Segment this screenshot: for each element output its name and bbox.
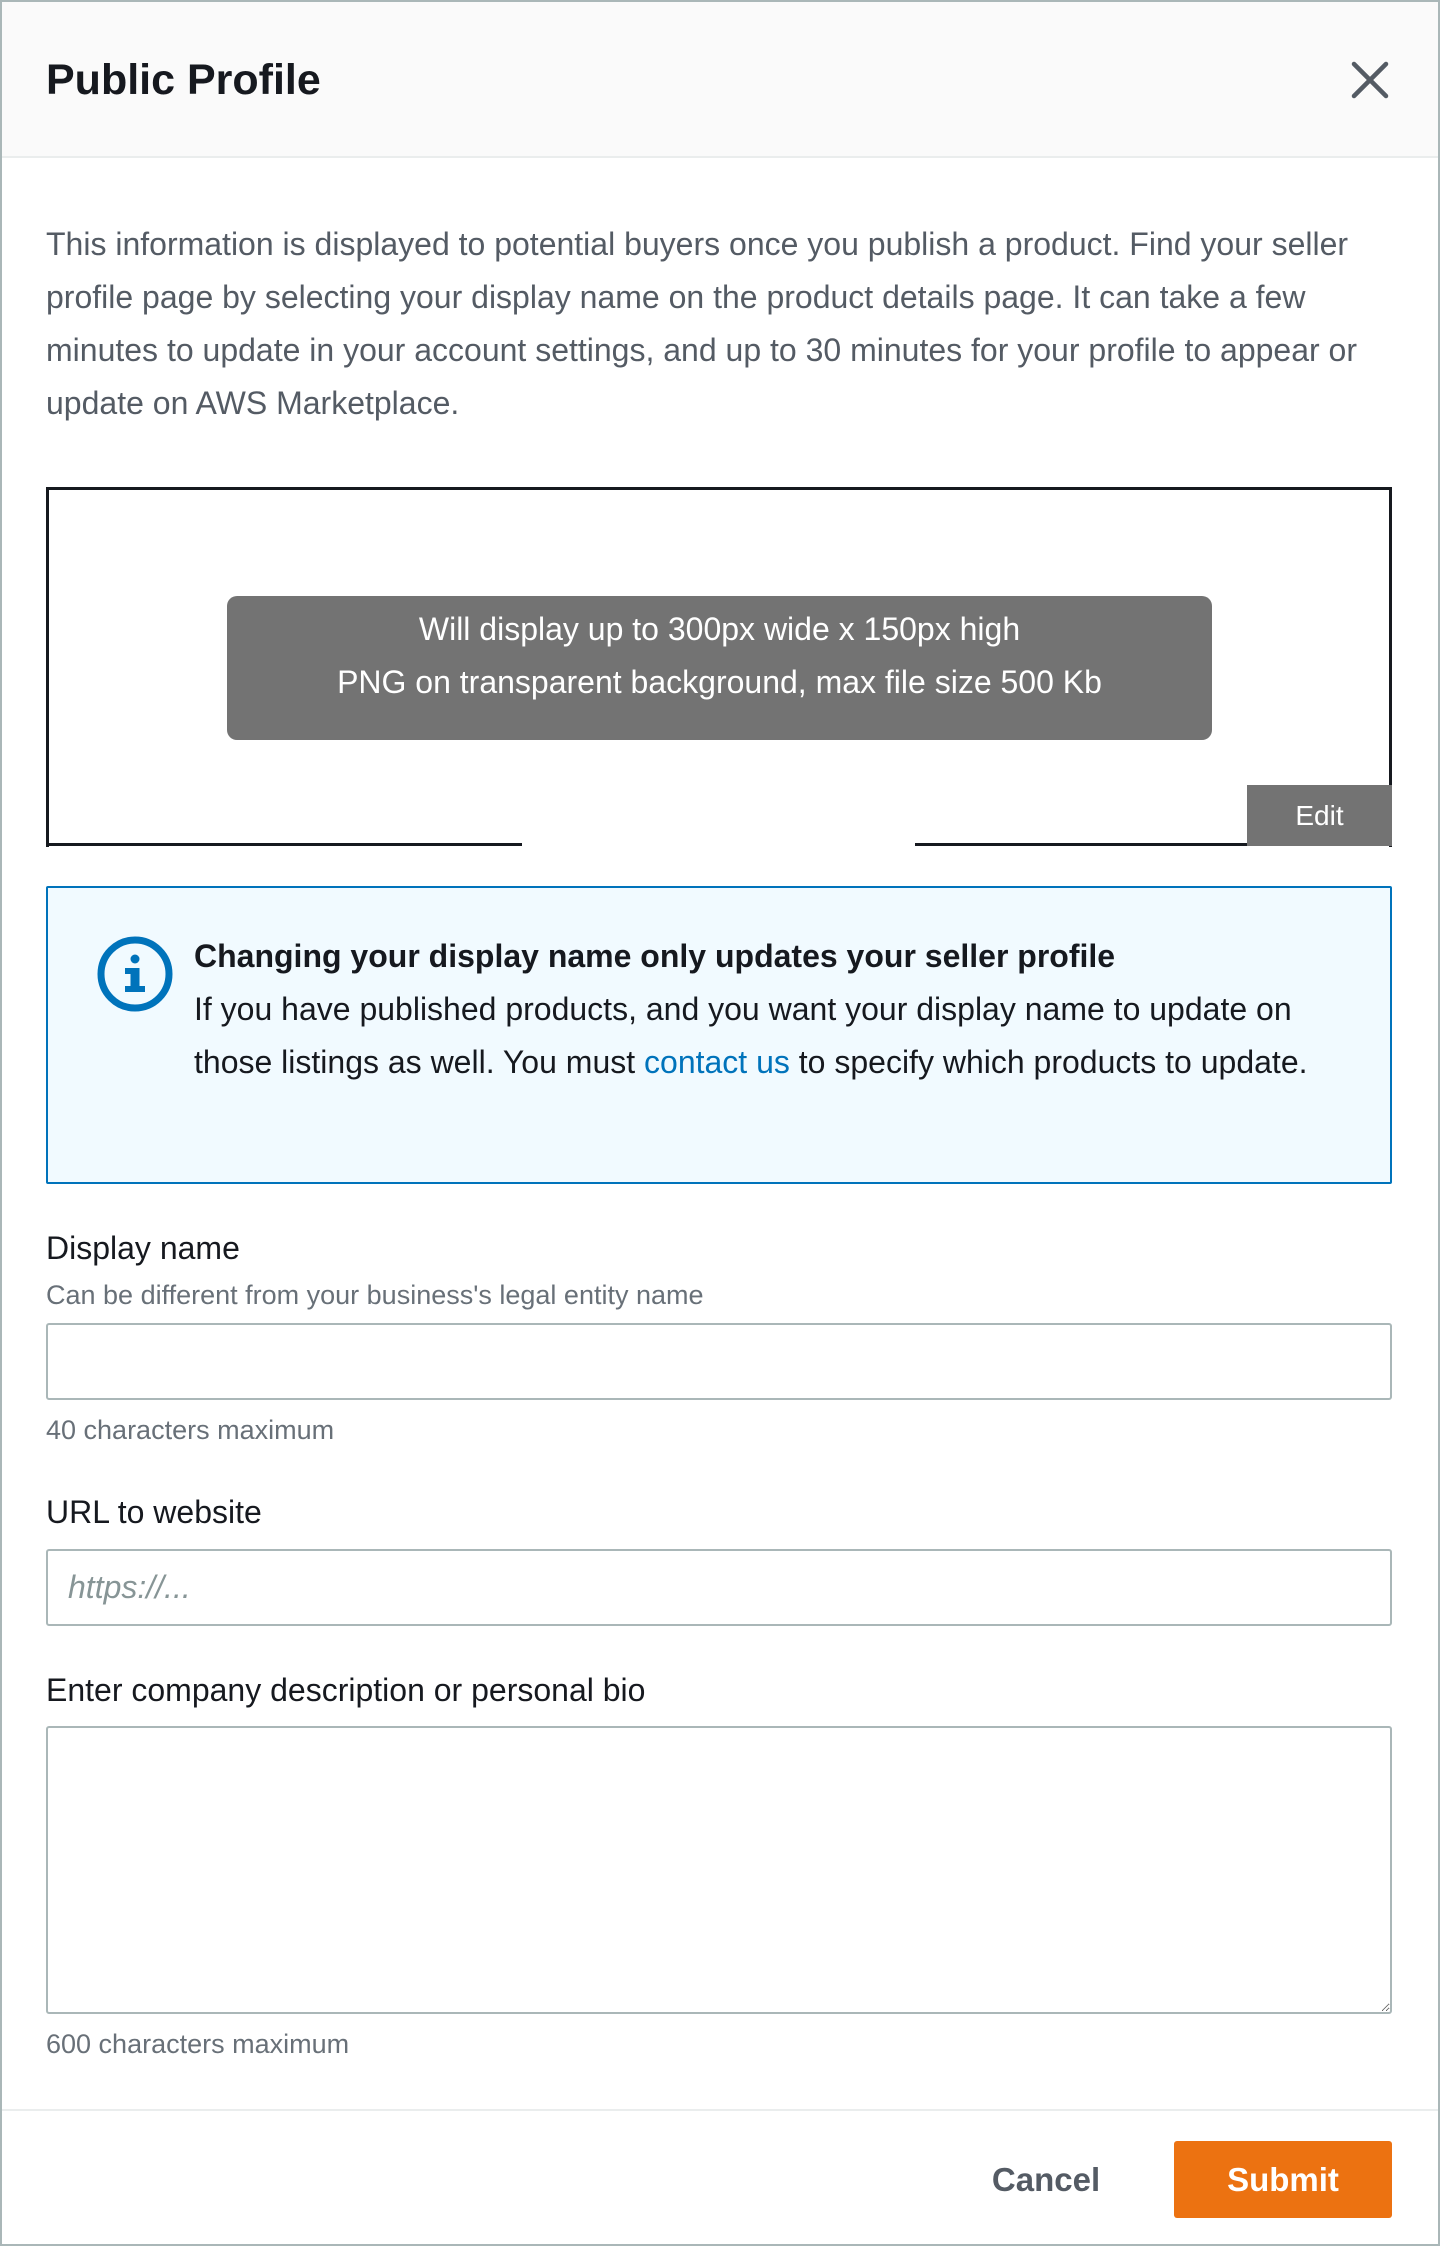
footer-divider [2,2109,1438,2111]
intro-text: This information is displayed to potenti… [46,226,1357,421]
modal-header: Public Profile [2,2,1438,158]
website-url-input[interactable] [46,1549,1392,1626]
edit-logo-button[interactable]: Edit [1247,785,1392,846]
modal-title: Public Profile [46,56,321,104]
logo-border-segment [46,843,522,846]
info-icon [96,935,174,1013]
submit-button[interactable]: Submit [1174,2141,1392,2218]
info-alert-text: to specify which products to update. [789,1044,1308,1080]
display-name-description: Can be different from your business's le… [46,1280,704,1310]
contact-us-link[interactable]: contact us [644,1044,790,1080]
logo-size-hint: Will display up to 300px wide x 150px hi… [227,596,1212,740]
bio-constraint: 600 characters maximum [46,2029,350,2059]
info-alert-body: If you have published products, and you … [194,983,1374,1089]
display-name-label: Display name [46,1230,240,1266]
close-icon [1348,61,1392,106]
logo-hint-format: PNG on transparent background, max file … [337,664,1102,700]
bio-textarea[interactable] [46,1726,1392,2014]
display-name-input[interactable] [46,1323,1392,1400]
cancel-button[interactable]: Cancel [960,2141,1132,2218]
website-url-label: URL to website [46,1494,262,1530]
bio-label: Enter company description or personal bi… [46,1672,646,1708]
logo-hint-dimensions: Will display up to 300px wide x 150px hi… [418,611,1021,647]
info-alert-title: Changing your display name only updates … [194,938,1116,974]
display-name-constraint: 40 characters maximum [46,1415,335,1445]
public-profile-modal: Public Profile This information is displ… [0,0,1440,2246]
close-button[interactable] [1348,58,1392,102]
